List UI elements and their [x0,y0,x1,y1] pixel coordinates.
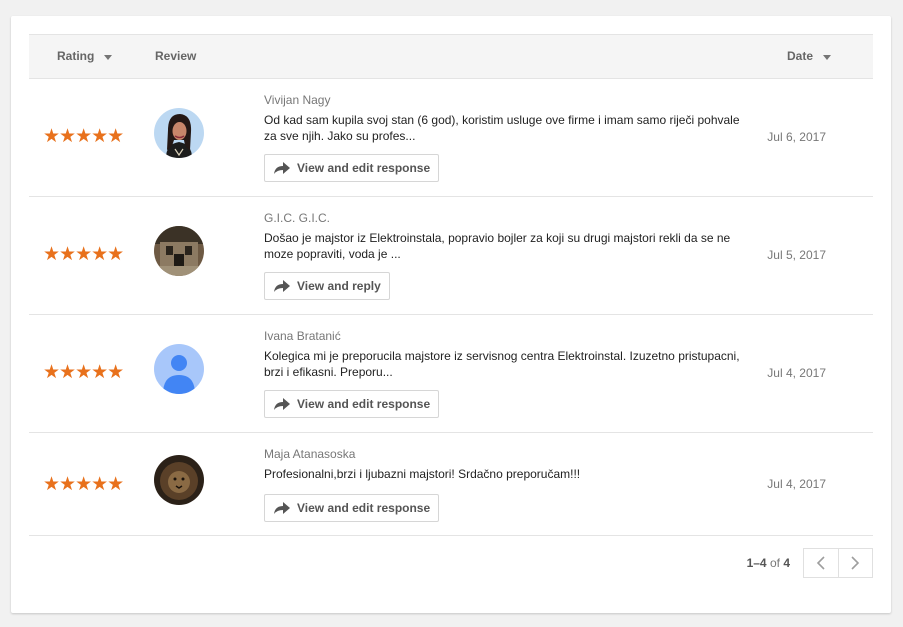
reply-arrow-icon [274,162,290,174]
previous-page-button[interactable] [804,549,838,577]
table-row: ★★★★★ Ivana Bratanić Kolegica mi je prep… [29,315,873,433]
review-date: Jul 6, 2017 [767,130,826,144]
review-content: Maja Atanasoska Profesionalni,brzi i lju… [264,446,744,522]
page-range-info: 1–4 of 4 [747,556,790,570]
chevron-left-icon [816,556,825,570]
next-page-button[interactable] [837,549,873,577]
building-photo-icon [154,226,204,276]
woman-photo-icon [154,108,204,158]
review-content: G.I.C. G.I.C. Došao je majstor iz Elektr… [264,210,744,300]
star-rating: ★★★★★ [43,474,124,495]
reviews-table: Rating Review Date ★★★★★ Vivijan Nagy Od… [29,34,873,536]
star-rating: ★★★★★ [43,244,124,265]
reviewer-name: G.I.C. G.I.C. [264,211,331,225]
view-reply-button[interactable]: View and reply [264,272,390,300]
reply-arrow-icon [274,280,290,292]
rating-header-label: Rating [57,49,95,63]
review-date: Jul 4, 2017 [767,477,826,491]
page-range: 1–4 [746,556,767,570]
default-person-icon [154,344,204,394]
sort-caret-icon [104,54,113,60]
review-header: Review [155,35,196,78]
pagination-footer: 1–4 of 4 [29,548,873,580]
sort-caret-icon [823,54,831,60]
reviewer-name: Vivijan Nagy [264,93,331,107]
view-edit-response-button[interactable]: View and edit response [264,154,440,182]
view-edit-response-button[interactable]: View and edit response [264,494,440,522]
reviews-card: Rating Review Date ★★★★★ Vivijan Nagy Od… [11,16,891,613]
reviewer-name: Maja Atanasoska [264,447,356,461]
review-date: Jul 4, 2017 [767,366,826,380]
review-text: Od kad sam kupila svoj stan (6 god), kor… [264,113,740,143]
page-of-label: of [769,556,780,570]
avatar [154,344,204,394]
review-text: Došao je majstor iz Elektroinstala, popr… [264,231,731,261]
star-rating: ★★★★★ [43,362,124,383]
star-rating: ★★★★★ [43,126,124,147]
table-row: ★★★★★ G.I.C. G.I.C. Došao je majstor iz … [29,197,873,315]
avatar [154,108,204,158]
rating-sort-header[interactable]: Rating [57,35,113,78]
review-header-label: Review [155,49,197,63]
chevron-right-icon [851,556,860,570]
reply-arrow-icon [274,398,290,410]
date-header-label: Date [786,49,813,63]
avatar [154,455,204,505]
review-content: Ivana Bratanić Kolegica mi je preporucil… [264,328,744,418]
button-label: View and edit response [297,161,431,175]
page-total: 4 [783,556,790,570]
reviewer-name: Ivana Bratanić [264,329,341,343]
date-sort-header[interactable]: Date [787,35,831,78]
button-label: View and edit response [297,501,431,515]
button-label: View and edit response [297,397,431,411]
avatar [154,226,204,276]
view-edit-response-button[interactable]: View and edit response [264,390,440,418]
review-date: Jul 5, 2017 [767,248,826,262]
review-text: Kolegica mi je preporucila majstore iz s… [264,349,740,379]
table-row: ★★★★★ Maja Atanasoska Profesionalni,brzi… [29,433,873,536]
lion-photo-icon [154,455,204,505]
button-label: View and reply [297,279,381,293]
reply-arrow-icon [274,502,290,514]
review-content: Vivijan Nagy Od kad sam kupila svoj stan… [264,92,744,182]
table-row: ★★★★★ Vivijan Nagy Od kad sam kupila svo… [29,79,873,197]
table-header: Rating Review Date [29,34,873,79]
review-text: Profesionalni,brzi i ljubazni majstori! … [264,467,581,481]
pager [803,548,873,578]
